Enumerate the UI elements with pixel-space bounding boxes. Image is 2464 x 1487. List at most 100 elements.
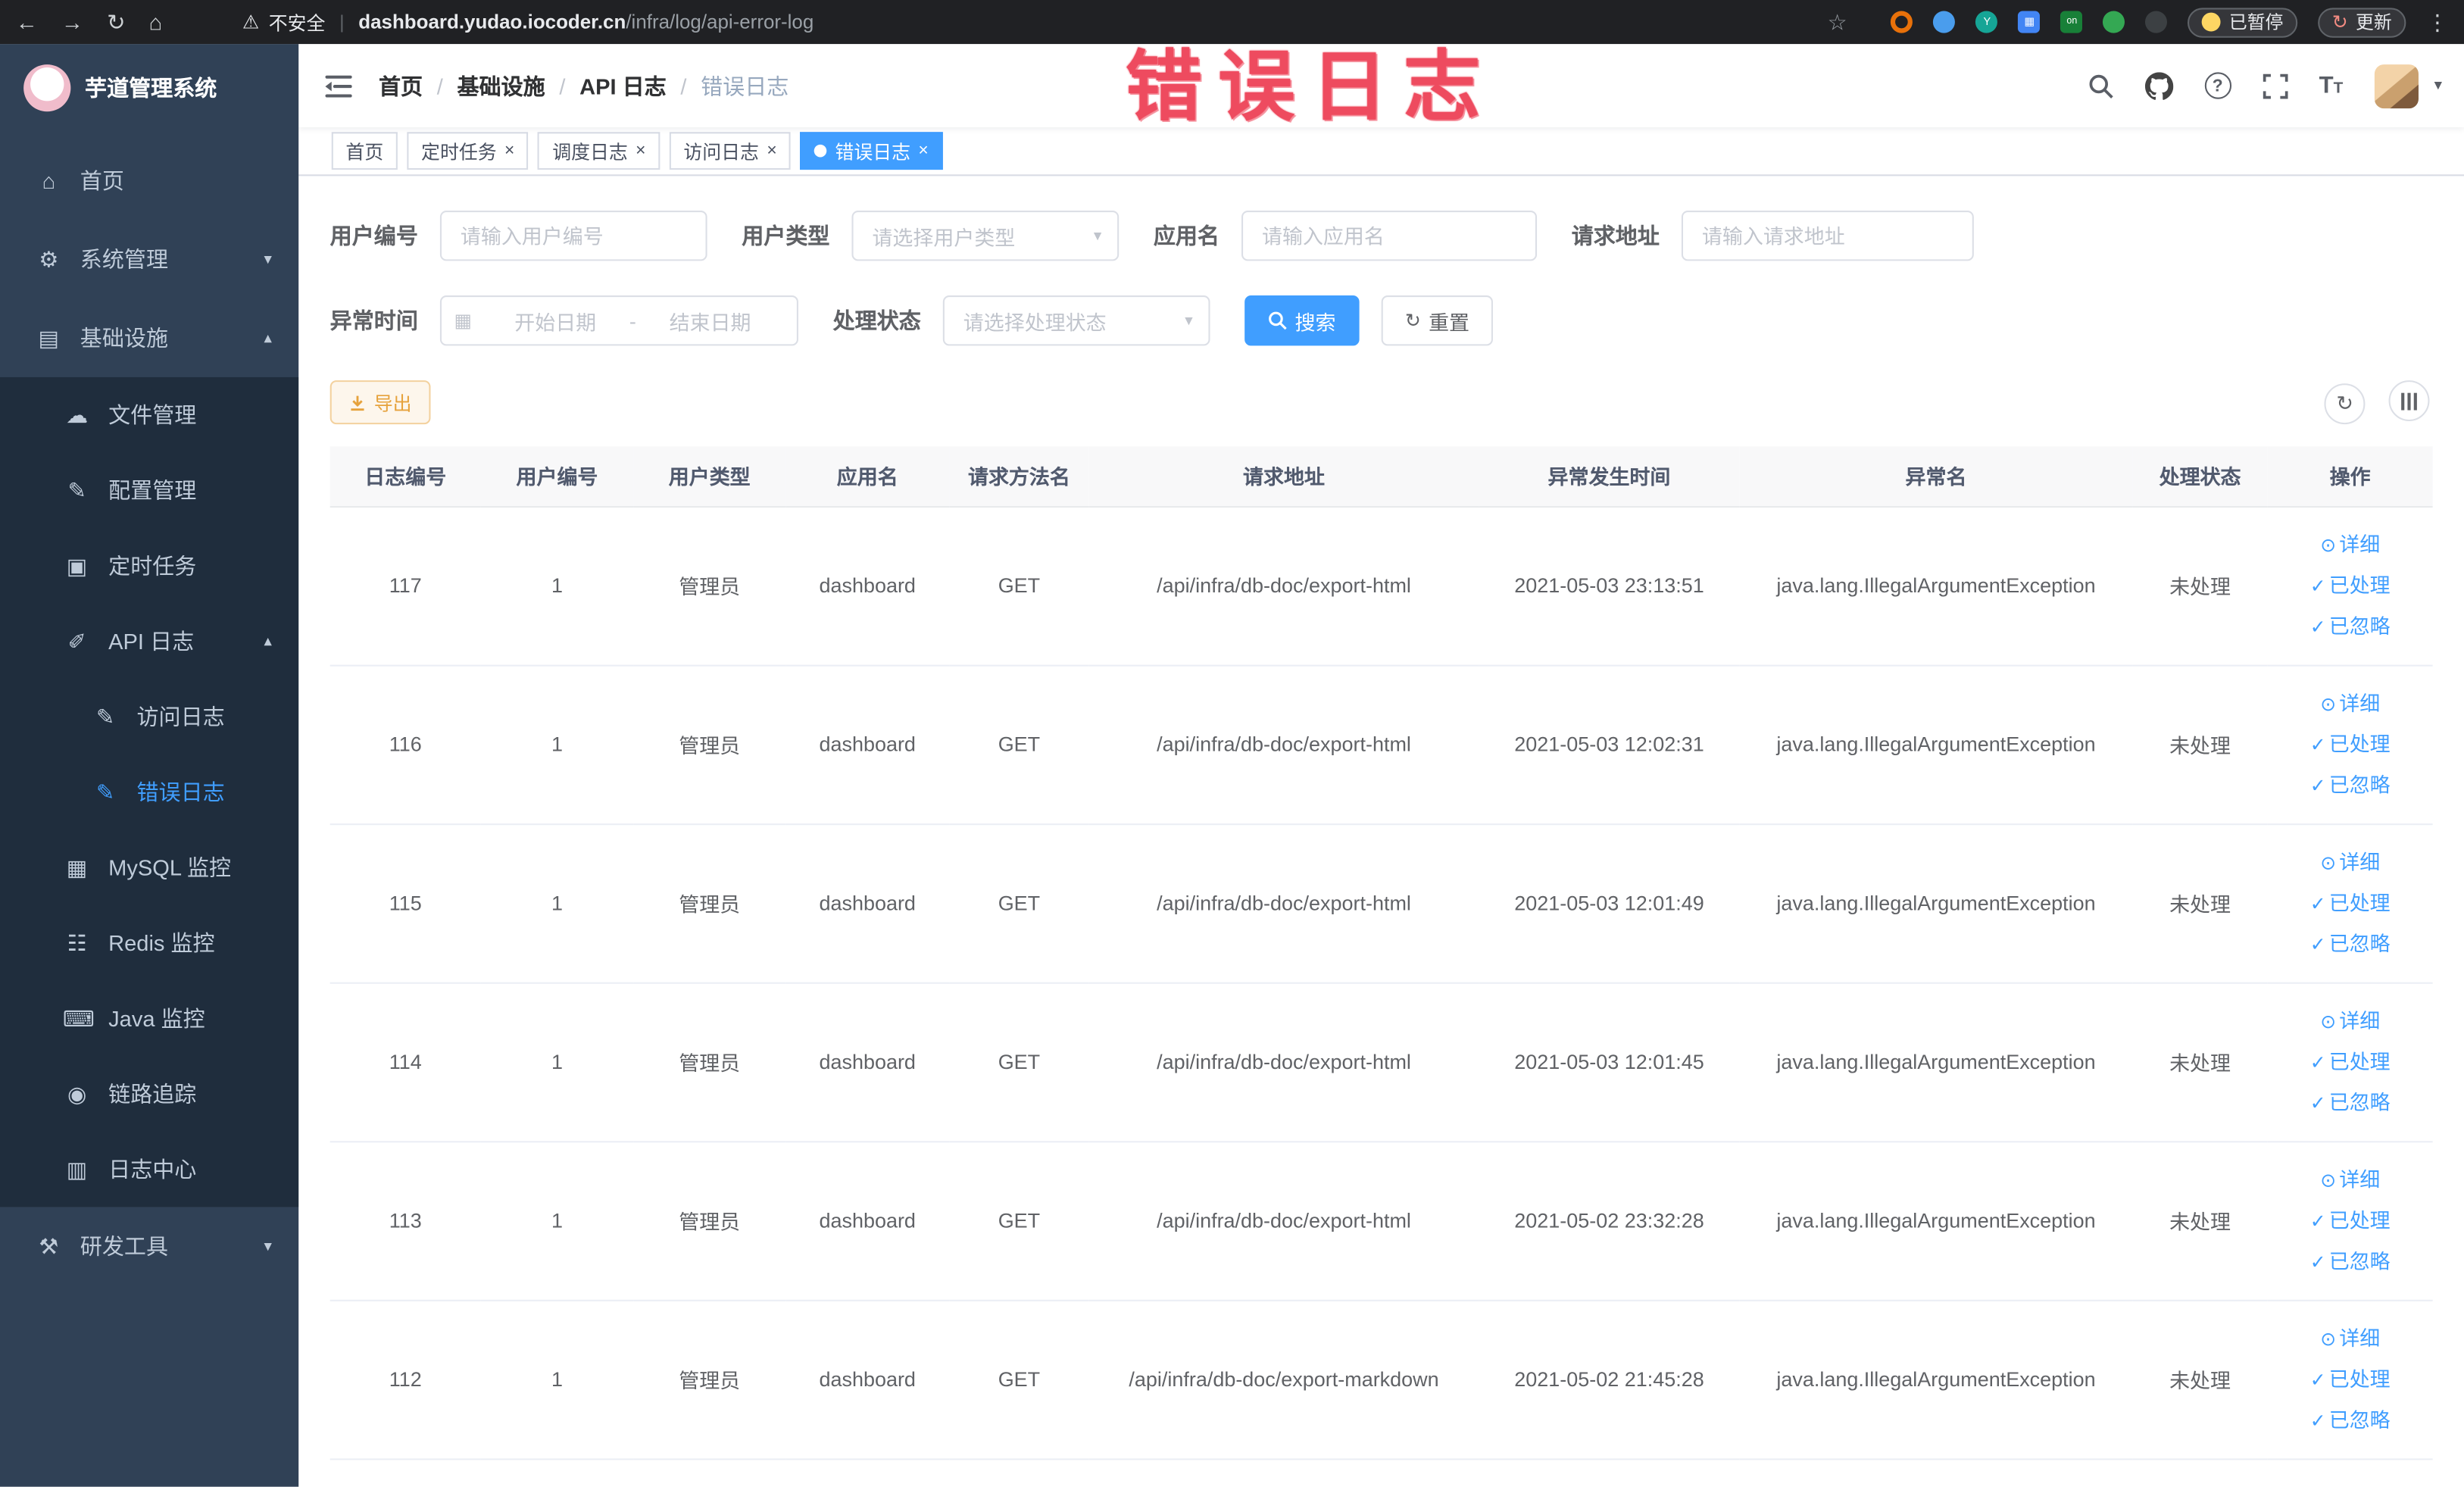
tab-schedule-log[interactable]: 调度日志 × (538, 132, 661, 170)
java-icon: ⌨ (62, 1004, 95, 1030)
site-security-badge[interactable]: ⚠ 不安全 (242, 8, 326, 35)
sidebar-item-error-log[interactable]: ✎ 错误日志 (0, 754, 298, 830)
cell-app: dashboard (785, 1299, 950, 1460)
cell-app: dashboard (785, 823, 950, 983)
breadcrumb-infra[interactable]: 基础设施 (458, 70, 545, 101)
tools-icon: ⚒ (39, 1232, 59, 1258)
home-icon: ⌂ (42, 167, 56, 194)
chevron-down-icon: ▾ (264, 250, 272, 268)
action-detail-link[interactable]: ⊙ 详细 (2274, 1001, 2426, 1042)
extension-icon-leaf[interactable] (2103, 11, 2125, 33)
action-processed-link[interactable]: ✓ 已处理 (2274, 723, 2426, 764)
column-settings-button[interactable] (2388, 380, 2430, 422)
extension-icon-paw[interactable] (2145, 11, 2168, 33)
action-processed-link[interactable]: ✓ 已处理 (2274, 1359, 2426, 1400)
export-button[interactable]: 导出 (329, 380, 431, 425)
action-ignored-link[interactable]: ✓ 已忽略 (2274, 606, 2426, 647)
cell-status: 未处理 (2132, 982, 2268, 1142)
sidebar-item-mysql-monitor[interactable]: ▦ MySQL 监控 (0, 829, 298, 905)
sidebar-item-system-mgmt[interactable]: ⚙ 系统管理 ▾ (0, 220, 298, 298)
sidebar-fold-icon[interactable] (325, 74, 352, 97)
col-actions: 操作 (2267, 446, 2433, 508)
extension-icon-orange[interactable] (1891, 11, 1913, 33)
back-icon[interactable]: ← (16, 9, 38, 34)
action-detail-link[interactable]: ⊙ 详细 (2274, 842, 2426, 883)
home-icon[interactable]: ⌂ (149, 9, 163, 34)
update-button[interactable]: ↻ 更新 (2318, 7, 2406, 37)
close-icon[interactable]: × (636, 142, 645, 160)
action-ignored-link[interactable]: ✓ 已忽略 (2274, 1241, 2426, 1282)
close-icon[interactable]: × (767, 142, 776, 160)
cell-time: 2021-05-03 23:13:51 (1479, 506, 1740, 666)
action-ignored-link[interactable]: ✓ 已忽略 (2274, 1400, 2426, 1441)
action-detail-link[interactable]: ⊙ 详细 (2274, 524, 2426, 565)
check-icon: ✓ (2309, 1408, 2326, 1432)
sidebar-item-trace[interactable]: ◉ 链路追踪 (0, 1056, 298, 1132)
action-processed-link[interactable]: ✓ 已处理 (2274, 883, 2426, 923)
sidebar-item-redis-monitor[interactable]: ☷ Redis 监控 (0, 905, 298, 981)
sidebar-item-access-log[interactable]: ✎ 访问日志 (0, 679, 298, 754)
sidebar-item-config-mgmt[interactable]: ✎ 配置管理 (0, 453, 298, 529)
user-type-label: 用户类型 (742, 223, 830, 248)
sidebar-item-java-monitor[interactable]: ⌨ Java 监控 (0, 981, 298, 1057)
browser-window: ← → ↻ ⌂ ⚠ 不安全 | dashboard.yudao.iocoder.… (0, 0, 2464, 1487)
cell-user-id: 1 (480, 506, 634, 666)
user-type-select[interactable]: 请选择用户类型 ▾ (851, 211, 1120, 261)
action-processed-link[interactable]: ✓ 已处理 (2274, 1041, 2426, 1082)
breadcrumb-home[interactable]: 首页 (379, 70, 423, 101)
avatar[interactable] (2374, 64, 2419, 108)
sidebar-item-log-center[interactable]: ▥ 日志中心 (0, 1132, 298, 1207)
sidebar-item-scheduled-jobs[interactable]: ▣ 定时任务 (0, 528, 298, 604)
process-status-select[interactable]: 请选择处理状态 ▾ (942, 295, 1210, 346)
app-name-input[interactable] (1241, 211, 1538, 261)
tab-access-log[interactable]: 访问日志 × (669, 132, 792, 170)
breadcrumb-api-log[interactable]: API 日志 (579, 70, 667, 101)
refresh-table-button[interactable]: ↻ (2324, 383, 2366, 424)
cell-user-type: 管理员 (633, 982, 786, 1142)
url-bar[interactable]: dashboard.yudao.iocoder.cn/infra/log/api… (358, 11, 814, 33)
caret-down-icon[interactable]: ▾ (2434, 77, 2442, 95)
action-detail-link[interactable]: ⊙ 详细 (2274, 1159, 2426, 1200)
date-range-input[interactable]: ▦ 开始日期 - 结束日期 (439, 295, 798, 346)
extension-icon-on[interactable]: on (2060, 11, 2083, 33)
help-icon[interactable]: ? (2204, 72, 2231, 99)
tags-view-bar: 首页 定时任务 × 调度日志 × 访问日志 × 错误日志 × (298, 127, 2464, 177)
chevron-down-icon: ▾ (1185, 311, 1193, 330)
action-detail-link[interactable]: ⊙ 详细 (2274, 1318, 2426, 1359)
close-icon[interactable]: × (918, 142, 928, 160)
tab-scheduled-jobs[interactable]: 定时任务 × (407, 132, 529, 170)
sidebar-item-file-mgmt[interactable]: ☁ 文件管理 (0, 377, 298, 453)
extension-icon-teal[interactable]: Y (1975, 11, 1998, 33)
action-processed-link[interactable]: ✓ 已处理 (2274, 565, 2426, 606)
forward-icon[interactable]: → (61, 9, 83, 34)
request-url-input[interactable] (1681, 211, 1974, 261)
sidebar-item-infrastructure[interactable]: ▤ 基础设施 ▴ (0, 298, 298, 377)
action-ignored-link[interactable]: ✓ 已忽略 (2274, 923, 2426, 964)
process-status-label: 处理状态 (832, 308, 921, 333)
extension-icon-grid[interactable]: ▦ (2018, 11, 2041, 33)
github-icon[interactable] (2144, 71, 2173, 99)
reload-icon[interactable]: ↻ (107, 8, 125, 35)
action-processed-link[interactable]: ✓ 已处理 (2274, 1200, 2426, 1241)
reset-button[interactable]: ↻ 重置 (1381, 295, 1494, 346)
action-label: 已忽略 (2328, 1089, 2391, 1114)
bookmark-star-icon[interactable]: ☆ (1828, 8, 1847, 35)
sidebar-item-dev-tools[interactable]: ⚒ 研发工具 ▾ (0, 1207, 298, 1286)
search-button[interactable]: 搜索 (1244, 295, 1360, 346)
browser-menu-dots-icon[interactable]: ⋮ (2426, 8, 2448, 35)
tab-error-log[interactable]: 错误日志 × (800, 132, 943, 170)
close-icon[interactable]: × (504, 142, 514, 160)
sidebar-item-home[interactable]: ⌂ 首页 (0, 142, 298, 220)
fullscreen-icon[interactable] (2263, 73, 2288, 98)
app-logo[interactable]: 芋道管理系统 (0, 44, 298, 129)
sidebar-item-api-log[interactable]: ✐ API 日志 ▴ (0, 604, 298, 679)
action-ignored-link[interactable]: ✓ 已忽略 (2274, 764, 2426, 805)
action-ignored-link[interactable]: ✓ 已忽略 (2274, 1082, 2426, 1123)
action-detail-link[interactable]: ⊙ 详细 (2274, 683, 2426, 723)
user-id-input[interactable] (439, 211, 707, 261)
font-size-icon[interactable]: TT (2319, 74, 2344, 98)
tab-home[interactable]: 首页 (331, 132, 398, 170)
extension-icon-blue-drop[interactable] (1933, 11, 1956, 33)
profile-paused-badge[interactable]: 已暂停 (2188, 7, 2298, 37)
search-icon[interactable] (2088, 73, 2113, 98)
